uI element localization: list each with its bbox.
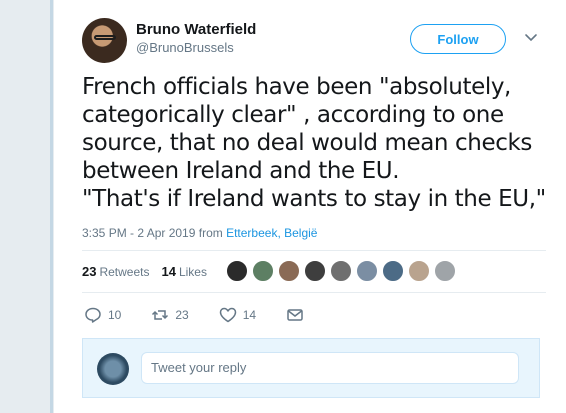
current-user-avatar <box>97 353 129 385</box>
tweet-text: French officials have been "absolutely, … <box>82 74 546 212</box>
liker-avatar[interactable] <box>408 260 430 282</box>
direct-message-button[interactable] <box>286 306 310 324</box>
avatar-glasses <box>94 35 116 40</box>
liker-avatar[interactable] <box>252 260 274 282</box>
envelope-icon <box>287 309 303 321</box>
follow-button[interactable]: Follow <box>410 24 506 54</box>
engagement-stats: 23 Retweets 14 Likes <box>82 264 207 279</box>
retweet-icon <box>152 310 169 320</box>
divider <box>82 250 546 251</box>
left-background <box>0 0 48 413</box>
action-bar: 10 23 14 <box>84 306 340 324</box>
retweet-button[interactable]: 23 <box>151 306 189 324</box>
liker-avatar[interactable] <box>434 260 456 282</box>
like-button[interactable]: 14 <box>219 306 256 324</box>
divider <box>82 292 546 293</box>
heart-icon <box>219 307 236 323</box>
reply-count: 10 <box>108 308 122 322</box>
author-handle[interactable]: @BrunoBrussels <box>136 40 234 55</box>
tweet-timestamp[interactable]: 3:35 PM - 2 Apr 2019 from <box>82 226 226 240</box>
tweet-card: Bruno Waterfield @BrunoBrussels Follow F… <box>54 0 566 413</box>
liker-avatar[interactable] <box>330 260 352 282</box>
tweet-meta: 3:35 PM - 2 Apr 2019 from Etterbeek, Bel… <box>82 226 317 240</box>
chevron-down-icon[interactable] <box>524 30 538 44</box>
like-count: 14 <box>242 308 257 322</box>
author-avatar[interactable] <box>82 18 127 63</box>
liker-avatar[interactable] <box>278 260 300 282</box>
author-name[interactable]: Bruno Waterfield <box>136 21 256 38</box>
retweet-count: 23 <box>175 308 189 322</box>
likes-label[interactable]: Likes <box>179 265 207 279</box>
liker-avatar[interactable] <box>356 260 378 282</box>
reply-composer: Tweet your reply <box>82 338 540 398</box>
reply-icon <box>85 307 101 323</box>
liker-avatar[interactable] <box>226 260 248 282</box>
reply-button[interactable]: 10 <box>84 306 121 324</box>
likes-count[interactable]: 14 <box>162 264 176 279</box>
retweets-label[interactable]: Retweets <box>99 265 149 279</box>
likers-avatars <box>226 260 460 282</box>
reply-input[interactable]: Tweet your reply <box>141 352 519 384</box>
retweets-count[interactable]: 23 <box>82 264 96 279</box>
tweet-location[interactable]: Etterbeek, België <box>226 226 317 240</box>
liker-avatar[interactable] <box>382 260 404 282</box>
liker-avatar[interactable] <box>304 260 326 282</box>
thread-line <box>50 0 53 413</box>
